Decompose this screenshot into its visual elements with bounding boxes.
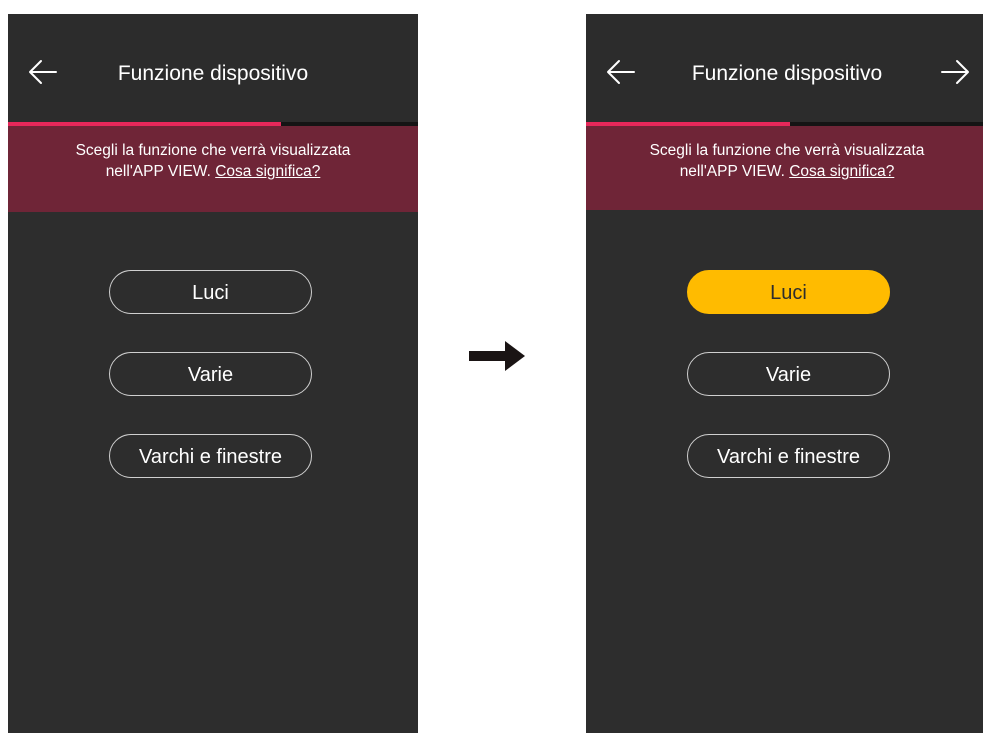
arrow-right-icon xyxy=(469,341,525,371)
info-banner: Scegli la funzione che verrà visualizzat… xyxy=(586,126,983,210)
page-title: Funzione dispositivo xyxy=(117,62,309,85)
arrow-right-icon[interactable] xyxy=(940,58,970,86)
page-title: Funzione dispositivo xyxy=(691,62,883,85)
help-link[interactable]: Cosa significa? xyxy=(215,163,320,180)
help-link[interactable]: Cosa significa? xyxy=(789,163,894,180)
app-header: Funzione dispositivo xyxy=(8,14,418,124)
app-header: Funzione dispositivo xyxy=(586,14,983,124)
info-banner: Scegli la funzione che verrà visualizzat… xyxy=(8,126,418,212)
option-varie-button[interactable]: Varie xyxy=(687,352,890,396)
option-luci-button[interactable]: Luci xyxy=(687,270,890,314)
option-luci-button[interactable]: Luci xyxy=(109,270,312,314)
banner-text-2: nell'APP VIEW. xyxy=(105,163,211,180)
phone-screen-before: Funzione dispositivo Scegli la funzione … xyxy=(8,14,418,733)
banner-text: Scegli la funzione che verrà visualizzat… xyxy=(75,142,351,159)
option-varchi-finestre-button[interactable]: Varchi e finestre xyxy=(109,434,312,478)
phone-screen-after: Funzione dispositivo Scegli la funzione … xyxy=(586,14,983,733)
banner-text: Scegli la funzione che verrà visualizzat… xyxy=(649,142,925,159)
option-varie-button[interactable]: Varie xyxy=(109,352,312,396)
banner-text-2: nell'APP VIEW. xyxy=(679,163,785,180)
option-varchi-finestre-button[interactable]: Varchi e finestre xyxy=(687,434,890,478)
